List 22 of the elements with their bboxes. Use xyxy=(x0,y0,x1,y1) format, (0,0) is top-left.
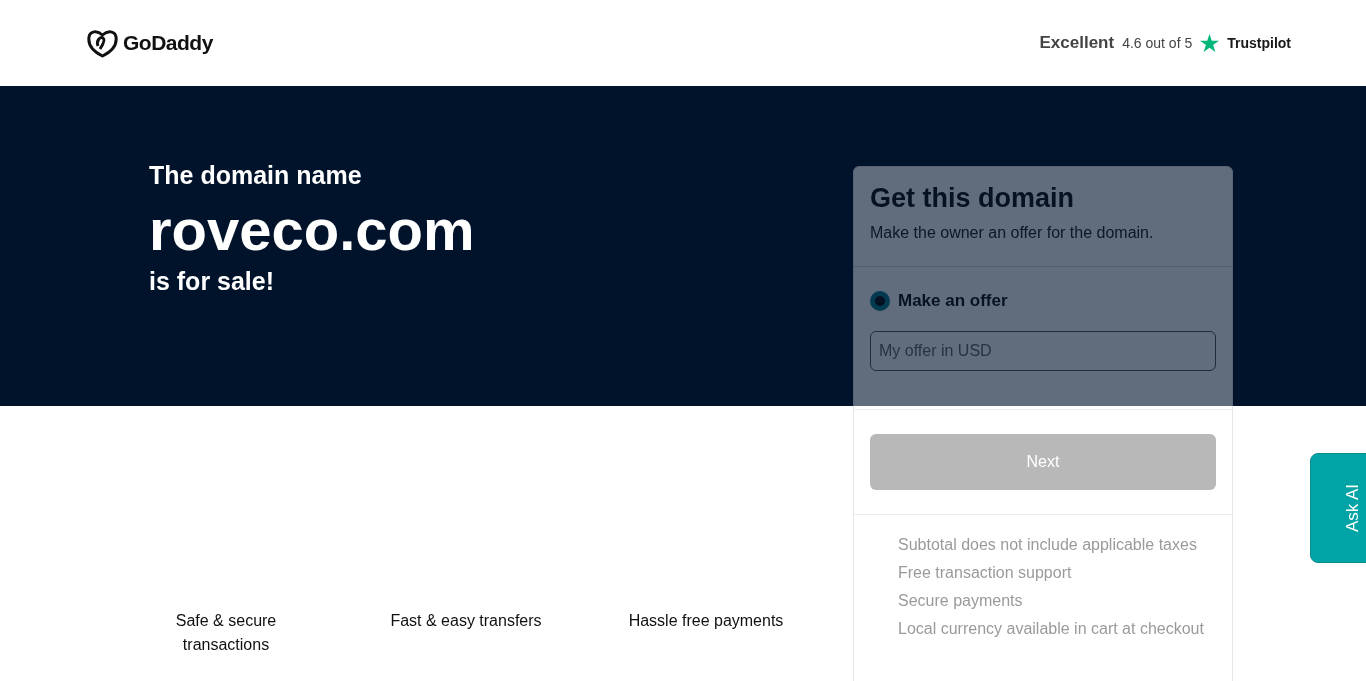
rating-label: Excellent xyxy=(1039,33,1115,53)
domain-name: roveco.com xyxy=(149,196,475,263)
trustpilot-wordmark[interactable]: Trustpilot xyxy=(1227,35,1291,51)
feature-label: Safe & secure transactions xyxy=(174,611,278,655)
card-title: Get this domain xyxy=(870,183,1076,214)
offer-input-field[interactable]: My offer in USD xyxy=(870,331,1216,371)
hero-intro: The domain name xyxy=(149,161,362,190)
logo-wordmark[interactable]: GoDaddy xyxy=(123,31,213,55)
rating-score: 4.6 out of 5 xyxy=(1122,35,1193,51)
feature-label: Fast & easy transfers xyxy=(389,611,543,631)
star-icon xyxy=(1200,34,1220,52)
heart-logo-icon xyxy=(86,28,119,58)
feature-label: Hassle free payments xyxy=(627,611,785,631)
radio-button[interactable] xyxy=(870,291,890,311)
card-subtitle: Make the owner an offer for the domain. xyxy=(870,224,1155,242)
option-label[interactable]: Make an offer xyxy=(898,291,1008,311)
ask-ai-button[interactable]: Ask AI xyxy=(1310,453,1366,563)
note-text: Local currency available in cart at checkout xyxy=(898,619,1205,639)
note-text: Free transaction support xyxy=(898,563,1073,583)
note-text: Subtotal does not include applicable taxes xyxy=(898,535,1198,555)
note-text: Secure payments xyxy=(898,591,1024,611)
hero-outro: is for sale! xyxy=(149,267,275,296)
